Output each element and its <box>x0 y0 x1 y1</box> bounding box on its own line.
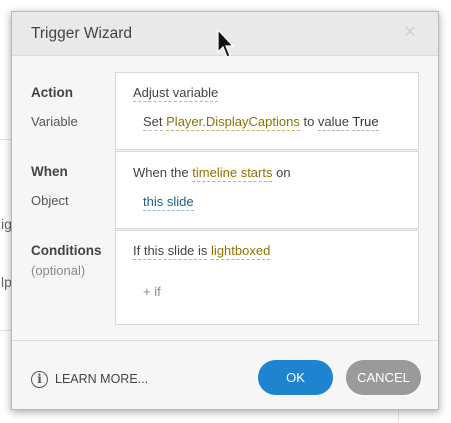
action-panel: Adjust variable Set Player.DisplayCaptio… <box>115 72 419 150</box>
condition-state-selector[interactable]: lightboxed <box>211 243 271 260</box>
mouse-pointer-icon <box>217 29 235 58</box>
learn-more-label: LEARN MORE... <box>55 372 149 386</box>
trigger-wizard-dialog: Trigger Wizard × Action Variable Adjust … <box>11 11 439 410</box>
conditions-label: Conditions <box>31 243 102 258</box>
when-prefix: When the <box>133 165 189 180</box>
conditions-panel: If this slide is lightboxed + if <box>115 230 419 325</box>
event-selector[interactable]: timeline starts <box>192 165 273 182</box>
variable-name-selector[interactable]: Player.DisplayCaptions <box>166 114 300 131</box>
conditions-optional-label: (optional) <box>31 263 86 278</box>
variable-value-selector[interactable]: True <box>352 114 379 131</box>
background-divider-left <box>0 139 11 140</box>
to-word: to <box>303 114 315 129</box>
add-condition-button[interactable]: + if <box>143 284 161 299</box>
variable-label: Variable <box>31 114 78 129</box>
action-type-selector[interactable]: Adjust variable <box>133 85 219 102</box>
dialog-title: Trigger Wizard <box>31 25 133 42</box>
background-divider-left-2 <box>0 330 11 331</box>
object-label: Object <box>31 193 69 208</box>
when-panel: When the timeline starts on this slide <box>115 151 419 229</box>
ok-button[interactable]: OK <box>258 360 333 395</box>
info-icon: i <box>31 370 48 388</box>
cancel-button[interactable]: CANCEL <box>346 360 421 395</box>
when-label: When <box>31 164 68 179</box>
condition-subject-selector[interactable]: If this slide is <box>133 243 208 260</box>
background-divider-right <box>398 410 399 423</box>
value-type-selector[interactable]: value <box>317 114 349 131</box>
set-operator-selector[interactable]: Set <box>143 114 163 131</box>
action-label: Action <box>31 85 73 100</box>
close-icon[interactable]: × <box>400 22 420 42</box>
footer-divider <box>12 340 438 341</box>
object-selector[interactable]: this slide <box>143 194 194 211</box>
on-word: on <box>276 165 291 180</box>
learn-more-link[interactable]: i LEARN MORE... <box>31 368 148 390</box>
